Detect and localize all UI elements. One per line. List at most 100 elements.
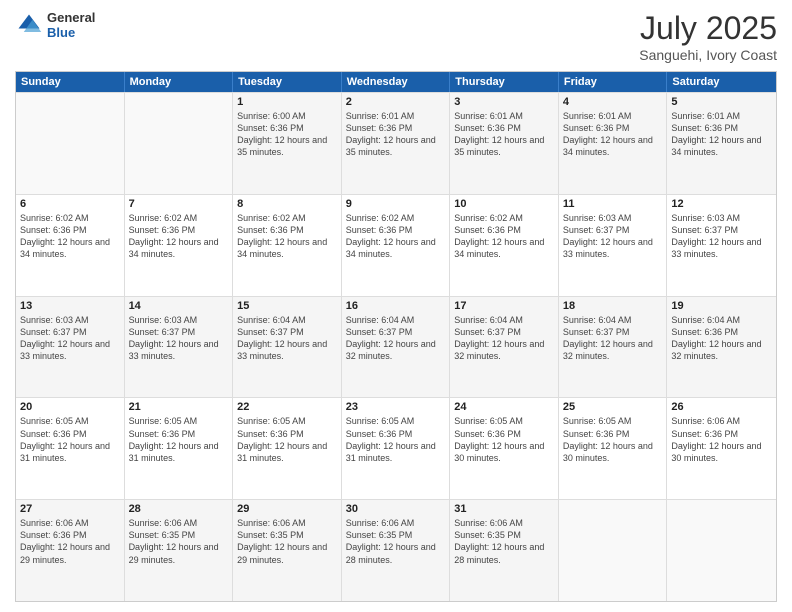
calendar-body: 1 Sunrise: 6:00 AMSunset: 6:36 PMDaylight… <box>16 92 776 601</box>
calendar-cell <box>125 93 234 194</box>
calendar-cell: 4 Sunrise: 6:01 AMSunset: 6:36 PMDaylight… <box>559 93 668 194</box>
day-number: 29 <box>237 503 337 515</box>
day-info: Sunrise: 6:03 AMSunset: 6:37 PMDaylight:… <box>20 314 120 363</box>
day-number: 7 <box>129 198 229 210</box>
day-number: 27 <box>20 503 120 515</box>
calendar-cell: 10Sunrise: 6:02 AMSunset: 6:36 PMDayligh… <box>450 195 559 296</box>
calendar-cell: 1 Sunrise: 6:00 AMSunset: 6:36 PMDaylight… <box>233 93 342 194</box>
calendar-cell: 24Sunrise: 6:05 AMSunset: 6:36 PMDayligh… <box>450 398 559 499</box>
day-info: Sunrise: 6:02 AMSunset: 6:36 PMDaylight:… <box>454 212 554 261</box>
calendar-cell: 29Sunrise: 6:06 AMSunset: 6:35 PMDayligh… <box>233 500 342 601</box>
calendar-cell: 20Sunrise: 6:05 AMSunset: 6:36 PMDayligh… <box>16 398 125 499</box>
calendar-header-cell: Wednesday <box>342 72 451 92</box>
calendar-cell: 15Sunrise: 6:04 AMSunset: 6:37 PMDayligh… <box>233 297 342 398</box>
logo-general: General <box>47 10 95 25</box>
day-number: 1 <box>237 96 337 108</box>
calendar-cell <box>667 500 776 601</box>
calendar-cell: 19 Sunrise: 6:04 AMSunset: 6:36 PMDayligh… <box>667 297 776 398</box>
day-number: 12 <box>671 198 772 210</box>
calendar-cell: 6 Sunrise: 6:02 AMSunset: 6:36 PMDaylight… <box>16 195 125 296</box>
day-info: Sunrise: 6:03 AMSunset: 6:37 PMDaylight:… <box>671 212 772 261</box>
calendar-cell: 3Sunrise: 6:01 AMSunset: 6:36 PMDaylight… <box>450 93 559 194</box>
calendar-cell: 26 Sunrise: 6:06 AMSunset: 6:36 PMDayligh… <box>667 398 776 499</box>
day-info: Sunrise: 6:02 AMSunset: 6:36 PMDaylight:… <box>346 212 446 261</box>
day-number: 9 <box>346 198 446 210</box>
calendar-cell: 23Sunrise: 6:05 AMSunset: 6:36 PMDayligh… <box>342 398 451 499</box>
calendar-row: 20 Sunrise: 6:05 AMSunset: 6:36 PMDayligh… <box>16 397 776 499</box>
day-number: 19 <box>671 300 772 312</box>
calendar-header-cell: Friday <box>559 72 668 92</box>
day-number: 5 <box>671 96 772 108</box>
calendar-header-cell: Tuesday <box>233 72 342 92</box>
day-info: Sunrise: 6:05 AMSunset: 6:36 PMDaylight:… <box>129 415 229 464</box>
calendar-header-cell: Sunday <box>16 72 125 92</box>
calendar-cell: 8Sunrise: 6:02 AMSunset: 6:36 PMDaylight… <box>233 195 342 296</box>
month-year: July 2025 <box>639 10 777 47</box>
day-number: 6 <box>20 198 120 210</box>
day-number: 14 <box>129 300 229 312</box>
day-number: 15 <box>237 300 337 312</box>
day-info: Sunrise: 6:04 AMSunset: 6:37 PMDaylight:… <box>454 314 554 363</box>
calendar-row: 1 Sunrise: 6:00 AMSunset: 6:36 PMDaylight… <box>16 92 776 194</box>
day-info: Sunrise: 6:02 AMSunset: 6:36 PMDaylight:… <box>20 212 120 261</box>
day-info: Sunrise: 6:06 AMSunset: 6:36 PMDaylight:… <box>671 415 772 464</box>
day-info: Sunrise: 6:03 AMSunset: 6:37 PMDaylight:… <box>563 212 663 261</box>
day-info: Sunrise: 6:05 AMSunset: 6:36 PMDaylight:… <box>237 415 337 464</box>
logo-text: General Blue <box>47 10 95 40</box>
day-info: Sunrise: 6:01 AMSunset: 6:36 PMDaylight:… <box>563 110 663 159</box>
calendar-row: 13 Sunrise: 6:03 AMSunset: 6:37 PMDayligh… <box>16 296 776 398</box>
calendar-cell: 7 Sunrise: 6:02 AMSunset: 6:36 PMDaylight… <box>125 195 234 296</box>
calendar-cell: 30Sunrise: 6:06 AMSunset: 6:35 PMDayligh… <box>342 500 451 601</box>
day-number: 28 <box>129 503 229 515</box>
day-info: Sunrise: 6:02 AMSunset: 6:36 PMDaylight:… <box>129 212 229 261</box>
calendar-cell: 17 Sunrise: 6:04 AMSunset: 6:37 PMDayligh… <box>450 297 559 398</box>
calendar-cell: 2Sunrise: 6:01 AMSunset: 6:36 PMDaylight… <box>342 93 451 194</box>
day-number: 2 <box>346 96 446 108</box>
day-info: Sunrise: 6:06 AMSunset: 6:35 PMDaylight:… <box>346 517 446 566</box>
day-info: Sunrise: 6:03 AMSunset: 6:37 PMDaylight:… <box>129 314 229 363</box>
page: General Blue July 2025 Sanguehi, Ivory C… <box>0 0 792 612</box>
calendar-cell: 27Sunrise: 6:06 AMSunset: 6:36 PMDayligh… <box>16 500 125 601</box>
day-number: 4 <box>563 96 663 108</box>
header: General Blue July 2025 Sanguehi, Ivory C… <box>15 10 777 63</box>
day-info: Sunrise: 6:01 AMSunset: 6:36 PMDaylight:… <box>454 110 554 159</box>
day-number: 13 <box>20 300 120 312</box>
calendar-cell: 21 Sunrise: 6:05 AMSunset: 6:36 PMDayligh… <box>125 398 234 499</box>
calendar-cell <box>16 93 125 194</box>
day-number: 17 <box>454 300 554 312</box>
day-info: Sunrise: 6:05 AMSunset: 6:36 PMDaylight:… <box>563 415 663 464</box>
day-info: Sunrise: 6:06 AMSunset: 6:35 PMDaylight:… <box>129 517 229 566</box>
day-info: Sunrise: 6:04 AMSunset: 6:36 PMDaylight:… <box>671 314 772 363</box>
day-info: Sunrise: 6:01 AMSunset: 6:36 PMDaylight:… <box>671 110 772 159</box>
location: Sanguehi, Ivory Coast <box>639 47 777 63</box>
day-number: 25 <box>563 401 663 413</box>
calendar-header-cell: Thursday <box>450 72 559 92</box>
day-number: 26 <box>671 401 772 413</box>
calendar-cell: 18 Sunrise: 6:04 AMSunset: 6:37 PMDayligh… <box>559 297 668 398</box>
calendar-cell: 5 Sunrise: 6:01 AMSunset: 6:36 PMDaylight… <box>667 93 776 194</box>
day-number: 23 <box>346 401 446 413</box>
calendar-cell: 25 Sunrise: 6:05 AMSunset: 6:36 PMDayligh… <box>559 398 668 499</box>
calendar-cell: 13 Sunrise: 6:03 AMSunset: 6:37 PMDayligh… <box>16 297 125 398</box>
logo: General Blue <box>15 10 95 40</box>
calendar-header-cell: Saturday <box>667 72 776 92</box>
calendar-cell: 11 Sunrise: 6:03 AMSunset: 6:37 PMDayligh… <box>559 195 668 296</box>
logo-blue: Blue <box>47 25 95 40</box>
calendar-cell: 31Sunrise: 6:06 AMSunset: 6:35 PMDayligh… <box>450 500 559 601</box>
calendar: SundayMondayTuesdayWednesdayThursdayFrid… <box>15 71 777 602</box>
calendar-cell: 12 Sunrise: 6:03 AMSunset: 6:37 PMDayligh… <box>667 195 776 296</box>
day-info: Sunrise: 6:04 AMSunset: 6:37 PMDaylight:… <box>563 314 663 363</box>
calendar-cell: 14 Sunrise: 6:03 AMSunset: 6:37 PMDayligh… <box>125 297 234 398</box>
day-number: 22 <box>237 401 337 413</box>
day-number: 11 <box>563 198 663 210</box>
day-number: 8 <box>237 198 337 210</box>
day-number: 21 <box>129 401 229 413</box>
calendar-cell: 16Sunrise: 6:04 AMSunset: 6:37 PMDayligh… <box>342 297 451 398</box>
logo-icon <box>15 11 43 39</box>
day-number: 20 <box>20 401 120 413</box>
title-block: July 2025 Sanguehi, Ivory Coast <box>639 10 777 63</box>
day-info: Sunrise: 6:00 AMSunset: 6:36 PMDaylight:… <box>237 110 337 159</box>
day-number: 18 <box>563 300 663 312</box>
calendar-cell: 22 Sunrise: 6:05 AMSunset: 6:36 PMDayligh… <box>233 398 342 499</box>
calendar-header-cell: Monday <box>125 72 234 92</box>
